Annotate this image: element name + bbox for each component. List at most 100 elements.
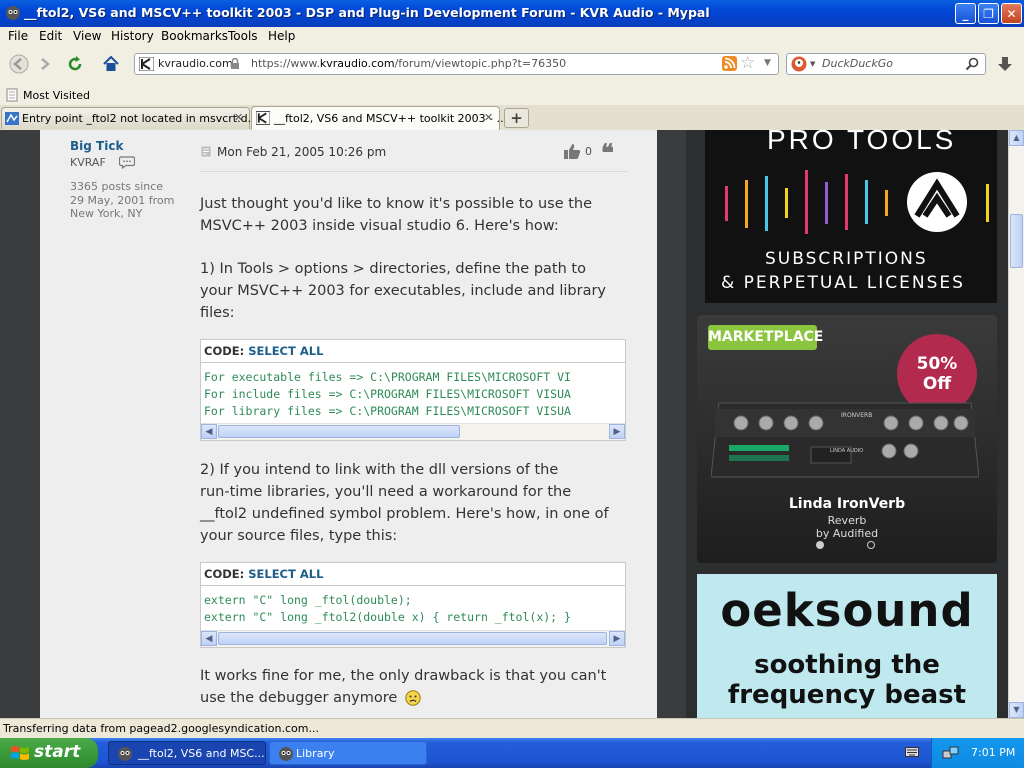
most-visited-folder-icon xyxy=(6,88,18,102)
kvr-favicon-icon xyxy=(256,111,270,125)
plus-icon: + xyxy=(510,109,523,127)
quote-icon[interactable]: ❝ xyxy=(601,138,614,167)
tab-label: Entry point _ftol2 not located in msvcrt… xyxy=(22,112,259,125)
menu-bookmarks[interactable]: Bookmarks xyxy=(161,29,228,43)
author-joined: 29 May, 2001 from xyxy=(70,194,175,207)
scroll-thumb[interactable] xyxy=(218,425,460,438)
author-location: New York, NY xyxy=(70,207,143,220)
code-line: For include files => C:\PROGRAM FILES\MI… xyxy=(204,387,571,401)
library-app-icon xyxy=(279,747,293,761)
windows-logo-icon xyxy=(11,746,29,760)
site-identity-label[interactable]: kvraudio.com xyxy=(138,55,237,73)
thumbs-up-icon[interactable] xyxy=(563,143,581,160)
scroll-left-icon[interactable]: ◀ xyxy=(201,631,217,646)
code-label: CODE: xyxy=(204,567,245,581)
plugin-brand-label: LINDA AUDIO xyxy=(830,448,864,454)
code-label: CODE: xyxy=(204,344,245,358)
close-button[interactable]: ✕ xyxy=(1001,3,1022,24)
post-author[interactable]: Big Tick xyxy=(70,139,123,153)
taskbar-item-mypal[interactable]: __ftol2, VS6 and MSC... xyxy=(108,741,266,765)
restore-icon: ❐ xyxy=(983,6,994,21)
post-paragraph: MSVC++ 2003 inside visual studio 6. Here… xyxy=(200,218,559,234)
scroll-left-icon[interactable]: ◀ xyxy=(201,424,217,439)
menu-file[interactable]: File xyxy=(8,29,28,43)
keyboard-tray-icon[interactable] xyxy=(905,746,919,758)
scroll-up-icon[interactable]: ▲ xyxy=(1009,130,1024,146)
code-horizontal-scrollbar[interactable]: ◀ ▶ xyxy=(201,423,625,440)
select-all-link[interactable]: SELECT ALL xyxy=(248,344,323,358)
taskbar-item-label: __ftol2, VS6 and MSC... xyxy=(138,747,265,760)
search-input[interactable]: DuckDuckGo xyxy=(822,57,893,70)
status-text: Transferring data from pagead2.googlesyn… xyxy=(3,722,319,735)
window-titlebar[interactable]: __ftol2, VS6 and MSCV++ toolkit 2003 - D… xyxy=(0,0,1024,27)
menu-tools[interactable]: Tools xyxy=(228,29,258,43)
post-paragraph: It works fine for me, the only drawback … xyxy=(200,668,607,684)
menu-help[interactable]: Help xyxy=(268,29,295,43)
menu-view[interactable]: View xyxy=(73,29,101,43)
code-line: For library files => C:\PROGRAM FILES\MI… xyxy=(204,404,571,418)
home-icon xyxy=(103,55,119,71)
minimize-button[interactable]: _ xyxy=(955,3,976,24)
url-domain: kvraudio.com xyxy=(319,57,395,70)
plugin-name-label: IRONVERB xyxy=(841,412,873,419)
url-prefix: https://www. xyxy=(251,57,320,70)
bookmark-star-icon[interactable]: ☆ xyxy=(740,53,755,73)
scroll-right-icon[interactable]: ▶ xyxy=(609,631,625,646)
select-all-link[interactable]: SELECT ALL xyxy=(248,567,323,581)
menu-edit[interactable]: Edit xyxy=(39,29,62,43)
back-arrow-icon xyxy=(9,54,29,74)
mypal-app-icon xyxy=(118,747,132,761)
scroll-thumb[interactable] xyxy=(218,632,607,645)
private-message-icon[interactable] xyxy=(119,156,135,169)
new-tab-button[interactable]: + xyxy=(504,108,529,128)
code-block: CODE: SELECT ALL For executable files =>… xyxy=(200,339,626,441)
downloads-button[interactable] xyxy=(993,52,1017,76)
back-button[interactable] xyxy=(7,52,31,76)
scroll-thumb[interactable] xyxy=(1010,214,1023,268)
marketplace-ad[interactable]: MARKETPLACE 50% Off IRONVERB LINDA AUDIO… xyxy=(697,315,997,563)
duckduckgo-icon[interactable] xyxy=(791,56,807,72)
post-paragraph: 1) In Tools > options > directories, def… xyxy=(200,261,586,277)
start-button[interactable]: start xyxy=(0,738,98,768)
lock-icon xyxy=(231,58,239,69)
url-dropdown-icon[interactable]: ▼ xyxy=(764,58,771,68)
ad-line: SUBSCRIPTIONS xyxy=(765,249,928,269)
search-icon[interactable] xyxy=(965,57,979,71)
taskbar-item-library[interactable]: Library xyxy=(269,741,427,765)
clock[interactable]: 7:01 PM xyxy=(971,746,1015,759)
reload-button[interactable] xyxy=(63,52,87,76)
code-content[interactable]: extern "C" long _ftol(double);extern "C"… xyxy=(201,586,625,630)
status-bar: Transferring data from pagead2.googlesyn… xyxy=(0,718,1024,739)
home-button[interactable] xyxy=(99,52,123,76)
code-line: extern "C" long _ftol(double); xyxy=(204,593,412,607)
code-horizontal-scrollbar[interactable]: ◀ ▶ xyxy=(201,630,625,647)
forward-button[interactable] xyxy=(33,52,57,76)
marketplace-badge: MARKETPLACE xyxy=(708,325,823,350)
carousel-dot-active[interactable] xyxy=(816,541,824,549)
forward-arrow-icon xyxy=(41,58,50,70)
most-visited-bookmark[interactable]: Most Visited xyxy=(23,89,90,102)
post-paragraph: your source files, type this: xyxy=(200,528,398,544)
tab-close-icon[interactable]: ✕ xyxy=(484,111,493,124)
pro-tools-ad[interactable]: PRO TOOLS SUBSCRIPTIONS & PERPETUAL LICE… xyxy=(705,124,997,303)
page-vertical-scrollbar[interactable]: ▲ ▼ xyxy=(1008,130,1024,718)
post-paragraph: run-time libraries, you'll need a workar… xyxy=(200,484,572,500)
scroll-down-icon[interactable]: ▼ xyxy=(1009,702,1024,718)
reload-icon xyxy=(68,56,82,71)
search-engine-dropdown-icon[interactable]: ▼ xyxy=(810,60,815,68)
carousel-dot[interactable] xyxy=(867,541,875,549)
oeksound-ad[interactable]: oeksound soothing the frequency beast xyxy=(697,574,997,718)
post-paragraph: files: xyxy=(200,305,235,321)
code-line: extern "C" long _ftol2(double x) { retur… xyxy=(204,610,571,624)
author-rank: KVRAF xyxy=(70,156,106,169)
scroll-right-icon[interactable]: ▶ xyxy=(609,424,625,439)
restore-button[interactable]: ❐ xyxy=(978,3,999,24)
network-tray-icon[interactable] xyxy=(942,745,960,761)
rss-feed-icon[interactable] xyxy=(722,56,737,71)
url-text[interactable]: https://www.kvraudio.com/forum/viewtopic… xyxy=(251,57,566,70)
code-content[interactable]: For executable files => C:\PROGRAM FILES… xyxy=(201,363,625,423)
menu-history[interactable]: History xyxy=(111,29,154,43)
post-icon xyxy=(201,146,211,157)
ad-brand: oeksound xyxy=(720,584,974,637)
tab-close-icon[interactable]: ✕ xyxy=(234,111,243,124)
